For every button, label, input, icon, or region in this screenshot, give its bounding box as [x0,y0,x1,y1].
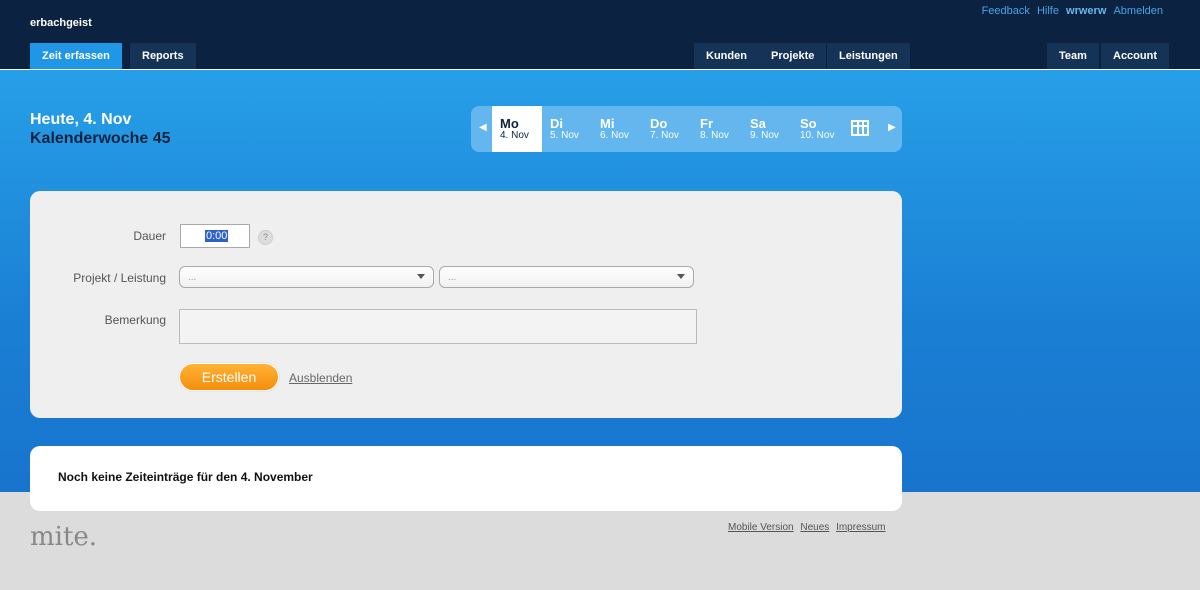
bemerkung-label: Bemerkung [104,313,166,327]
tab-kunden[interactable]: Kunden [694,43,759,69]
week-heading: Kalenderwoche 45 [30,130,171,147]
dauer-input[interactable]: 0:00 [180,224,250,248]
day-sa[interactable]: Sa 9. Nov [742,106,792,152]
tab-zeit-erfassen[interactable]: Zeit erfassen [30,43,122,70]
chevron-down-icon [677,274,685,279]
logout-link[interactable]: Abmelden [1113,5,1163,17]
day-name: Di [550,116,563,131]
day-date: 9. Nov [750,130,779,141]
leistung-placeholder: ... [448,272,457,283]
day-date: 6. Nov [600,130,629,141]
tab-projekte[interactable]: Projekte [759,43,827,69]
projekt-label: Projekt / Leistung [73,271,166,285]
day-date: 7. Nov [650,130,679,141]
help-link[interactable]: Hilfe [1037,5,1059,17]
day-name: Mo [500,116,519,131]
today-heading: Heute, 4. Nov [30,111,132,128]
impressum-link[interactable]: Impressum [836,522,885,533]
neues-link[interactable]: Neues [800,522,829,533]
feedback-link[interactable]: Feedback [982,5,1030,17]
tab-leistungen[interactable]: Leistungen [827,43,910,69]
day-di[interactable]: Di 5. Nov [542,106,592,152]
day-mo[interactable]: Mo 4. Nov [492,106,542,152]
day-fr[interactable]: Fr 8. Nov [692,106,742,152]
footer-links: Mobile Version Neues Impressum [728,522,890,533]
dauer-label: Dauer [133,229,166,243]
day-selector: ◀ Mo 4. Nov Di 5. Nov Mi 6. Nov Do 7. No… [471,106,902,152]
tab-account[interactable]: Account [1101,43,1169,69]
top-links: Feedback Hilfe wrwerw Abmelden [978,5,1163,17]
day-do[interactable]: Do 7. Nov [642,106,692,152]
next-week-arrow-icon[interactable]: ▶ [888,122,896,133]
projekt-select[interactable]: ... [179,266,434,288]
help-icon[interactable]: ? [258,230,273,245]
account-name: erbachgeist [30,17,92,29]
leistung-select[interactable]: ... [439,266,694,288]
day-so[interactable]: So 10. Nov [792,106,842,152]
create-button[interactable]: Erstellen [179,363,279,391]
day-name: Do [650,116,668,131]
day-name: Fr [700,116,713,131]
hide-link[interactable]: Ausblenden [289,371,352,385]
entries-panel: Noch keine Zeiteinträge für den 4. Novem… [30,446,902,511]
day-date: 10. Nov [800,130,835,141]
time-entry-form [30,191,902,418]
calendar-icon[interactable] [851,120,869,136]
day-mi[interactable]: Mi 6. Nov [592,106,642,152]
mobile-version-link[interactable]: Mobile Version [728,522,794,533]
projekt-placeholder: ... [188,272,197,283]
bemerkung-textarea[interactable] [179,309,697,344]
header-bar: erbachgeist Feedback Hilfe wrwerw Abmeld… [0,0,1200,70]
day-date: 4. Nov [500,130,529,141]
tab-reports[interactable]: Reports [130,43,196,69]
day-date: 8. Nov [700,130,729,141]
day-name: Sa [750,116,766,131]
mite-logo: mite. [30,522,98,552]
tab-team[interactable]: Team [1047,43,1099,69]
day-date: 5. Nov [550,130,579,141]
user-link[interactable]: wrwerw [1066,5,1106,17]
dauer-value: 0:00 [205,230,229,242]
day-name: So [800,116,817,131]
chevron-down-icon [417,274,425,279]
empty-entries-message: Noch keine Zeiteinträge für den 4. Novem… [58,470,313,484]
day-name: Mi [600,116,615,131]
prev-week-arrow-icon[interactable]: ◀ [479,122,487,133]
